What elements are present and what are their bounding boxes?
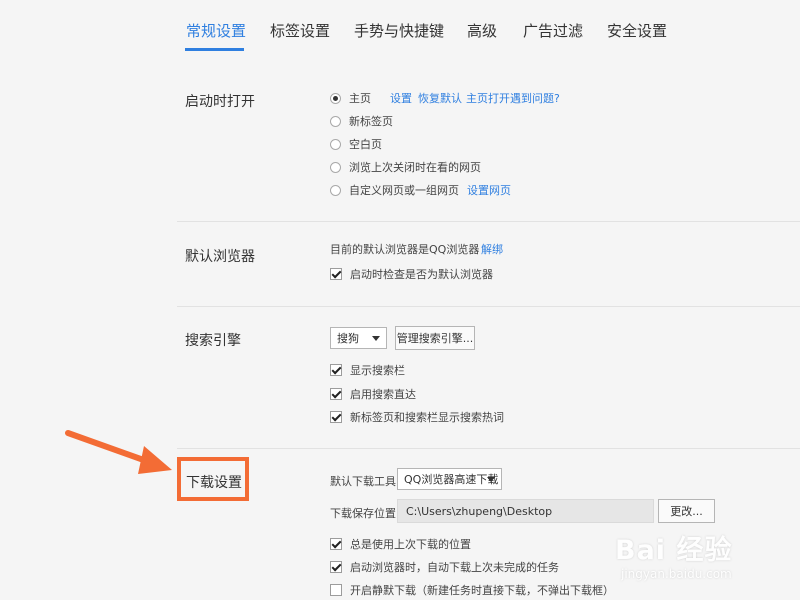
- annotation-arrow-icon: [65, 430, 172, 474]
- watermark-sub: jingyan.baidu.com: [621, 567, 732, 581]
- baidu-jingyan-watermark: Bai 经验 jingyan.baidu.com: [615, 528, 732, 581]
- watermark-main: Bai 经验: [615, 535, 733, 566]
